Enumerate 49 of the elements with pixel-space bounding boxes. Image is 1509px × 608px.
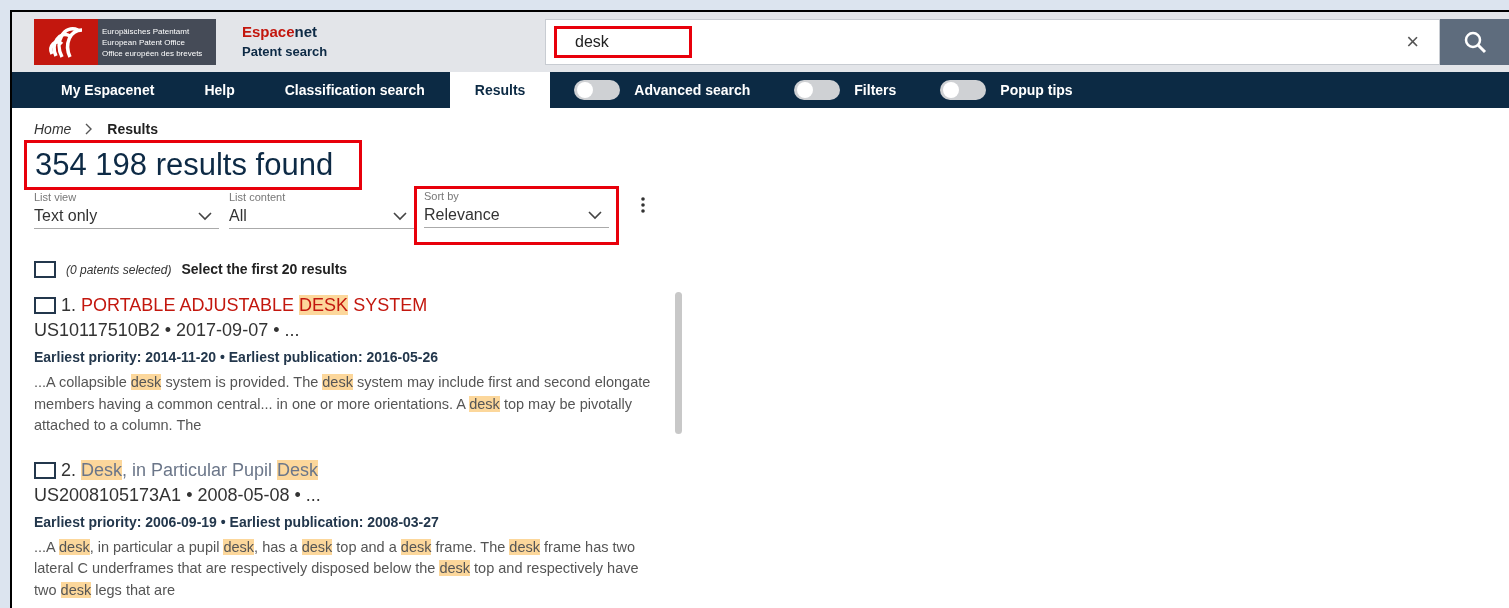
brand-name: Espacenet <box>242 22 319 43</box>
scrollbar[interactable] <box>675 292 682 434</box>
result-dates: Earliest priority: 2006-09-19 • Earliest publication: 2008-03-27 <box>34 512 440 532</box>
logo-text: Europäisches Patentamt <box>102 25 190 37</box>
toggle-label: Advanced search <box>634 80 751 100</box>
logo-text: Office européen des brevets <box>102 47 203 59</box>
chevron-icon <box>392 210 408 221</box>
result-dates: Earliest priority: 2014-11-20 • Earliest publication: 2016-05-26 <box>34 348 440 367</box>
dropdown-label: List content <box>229 191 287 203</box>
dropdown[interactable]: Text only <box>34 203 219 229</box>
nav-tab[interactable]: My Espacenet <box>36 72 180 108</box>
search-field[interactable]: desk × <box>545 19 1440 65</box>
logo-text: European Patent Office <box>102 36 186 48</box>
clear-button[interactable]: × <box>1406 31 1419 53</box>
chevron-right-icon <box>85 123 94 135</box>
selection-count: (0 patents selected) <box>66 261 172 279</box>
dropdown-label: List view <box>34 191 78 203</box>
checkbox[interactable] <box>34 461 56 479</box>
chevron-icon <box>197 210 213 221</box>
nav-tab[interactable]: Help <box>179 72 260 108</box>
dropdown[interactable]: Relevance <box>424 202 609 228</box>
results-count: 354 198 results found <box>24 140 363 190</box>
toggle-switch[interactable] <box>794 80 841 100</box>
result-number: 1. <box>61 294 76 317</box>
result-id: US2008105173A1 • 2008-05-08 • ... <box>34 483 322 506</box>
breadcrumb-item: Results <box>107 119 158 139</box>
search-icon <box>1462 30 1487 54</box>
result-title[interactable]: Desk, in Particular Pupil Desk <box>81 456 319 484</box>
toggle-switch[interactable] <box>940 80 987 100</box>
chevron-icon <box>587 209 603 220</box>
dropdown[interactable]: All <box>229 203 414 229</box>
checkbox[interactable] <box>34 297 56 314</box>
brand-subtitle: Patent search <box>242 43 328 62</box>
breadcrumb-item[interactable]: Home <box>34 118 72 140</box>
search-button[interactable] <box>1440 19 1509 65</box>
select-first-link[interactable]: Select the first 20 results <box>181 259 348 280</box>
toggle-switch[interactable] <box>574 80 621 100</box>
nav-tab[interactable]: Classification search <box>259 72 450 108</box>
checkbox[interactable] <box>34 261 56 278</box>
more-options-icon[interactable] <box>641 197 645 213</box>
toggle-label: Popup tips <box>1000 80 1073 100</box>
dropdown-label: Sort by <box>424 190 460 202</box>
toggle-label: Filters <box>854 80 897 100</box>
result-id: US10117510B2 • 2017-09-07 • ... <box>34 319 301 341</box>
search-value: desk <box>554 26 692 58</box>
nav-tab[interactable]: Results <box>449 72 551 108</box>
result-title[interactable]: PORTABLE ADJUSTABLE DESK SYSTEM <box>81 292 428 319</box>
result-number: 2. <box>61 458 76 482</box>
result-abstract: ...A collapsible desk system is provided. The desk system may include first and second elongate members having a common central... in one or more orientations. A desk top may be pivotally attached to a column. The <box>34 373 652 435</box>
